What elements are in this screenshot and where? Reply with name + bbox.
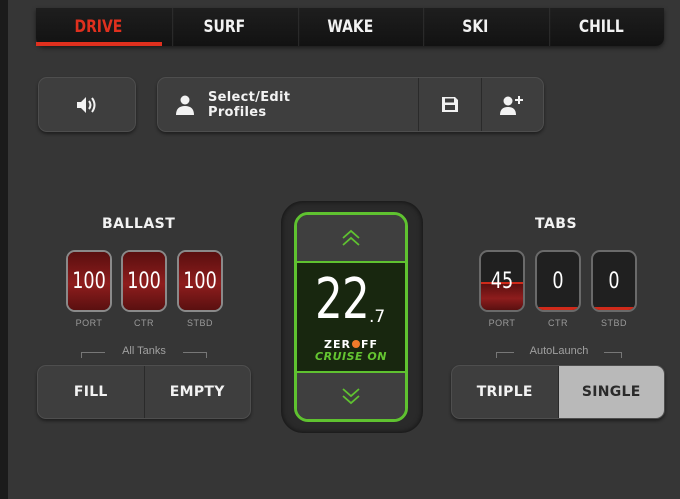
add-profile-button[interactable]	[480, 78, 544, 131]
divider-tick	[621, 352, 622, 358]
ballast-stbd-label: STBD	[186, 318, 213, 328]
tab-port-label: PORT	[488, 318, 516, 328]
divider-tick	[81, 352, 82, 358]
ballast-port-gauge[interactable]: 100	[66, 250, 112, 312]
tab-port-gauge[interactable]: 45	[479, 250, 525, 312]
mode-tab-bar: DRIVE SURF WAKE SKI CHILL	[36, 8, 664, 46]
tab-port-value: 45	[490, 268, 514, 294]
ballast-fill-empty-control: FILL EMPTY	[37, 365, 251, 419]
ballast-ctr-gauge[interactable]: 100	[121, 250, 167, 312]
ballast-ctr-value: 100	[127, 268, 161, 294]
speed-control: 22 .7 ZER FF CRUISE ON	[294, 212, 408, 422]
divider-line	[496, 352, 514, 353]
tab-surf[interactable]: SURF	[172, 8, 275, 46]
ballast-port-label: PORT	[75, 318, 103, 328]
ballast-stbd-gauge[interactable]: 100	[177, 250, 223, 312]
tab-chill[interactable]: CHILL	[549, 8, 653, 46]
tab-stbd-value: 0	[608, 268, 620, 294]
tab-ctr-value: 0	[552, 268, 564, 294]
volume-button[interactable]	[38, 77, 136, 132]
tabs-title: TABS	[535, 216, 578, 232]
profiles-bar: Select/Edit Profiles	[157, 77, 544, 132]
tab-ctr-gauge[interactable]: 0	[535, 250, 581, 312]
active-tab-indicator	[36, 42, 162, 46]
tab-ctr-label: CTR	[548, 318, 568, 328]
speed-display: 22 .7 ZER FF CRUISE ON	[297, 263, 405, 371]
single-button[interactable]: SINGLE	[557, 366, 664, 418]
tab-stbd-gauge[interactable]: 0	[591, 250, 637, 312]
ballast-stbd-value: 100	[183, 268, 217, 294]
autolaunch-label: AutoLaunch	[529, 345, 589, 357]
tab-ski[interactable]: SKI	[423, 8, 527, 46]
user-icon	[176, 95, 194, 115]
divider-line	[604, 352, 622, 353]
tab-stbd-label: STBD	[600, 318, 627, 328]
double-chevron-up-icon	[342, 229, 360, 246]
ballast-ctr-label: CTR	[134, 318, 154, 328]
speed-integer: 22	[315, 267, 370, 332]
autolaunch-control: TRIPLE SINGLE	[451, 365, 665, 419]
profiles-label: Select/Edit Profiles	[208, 89, 291, 120]
ballast-port-value: 100	[72, 268, 106, 294]
all-tanks-label: All Tanks	[122, 345, 166, 357]
speed-down-button[interactable]	[297, 371, 405, 419]
speed-up-button[interactable]	[297, 215, 405, 263]
empty-button[interactable]: EMPTY	[143, 366, 251, 418]
save-profile-button[interactable]	[418, 78, 481, 131]
speed-decimal: .7	[369, 307, 386, 327]
divider-tick	[496, 352, 497, 358]
triple-button[interactable]: TRIPLE	[452, 366, 558, 418]
tab-drive[interactable]: DRIVE	[47, 8, 149, 46]
divider-line	[81, 352, 105, 353]
divider-tick	[206, 352, 207, 358]
double-chevron-down-icon	[342, 388, 360, 405]
divider-line	[183, 352, 207, 353]
save-icon	[441, 97, 458, 112]
fill-button[interactable]: FILL	[38, 366, 144, 418]
select-edit-profiles-button[interactable]: Select/Edit Profiles	[158, 78, 418, 131]
add-user-icon	[500, 95, 524, 115]
ballast-title: BALLAST	[102, 216, 176, 232]
tab-wake[interactable]: WAKE	[297, 8, 401, 46]
speaker-volume-icon	[77, 96, 96, 113]
cruise-status: CRUISE ON	[315, 350, 387, 363]
